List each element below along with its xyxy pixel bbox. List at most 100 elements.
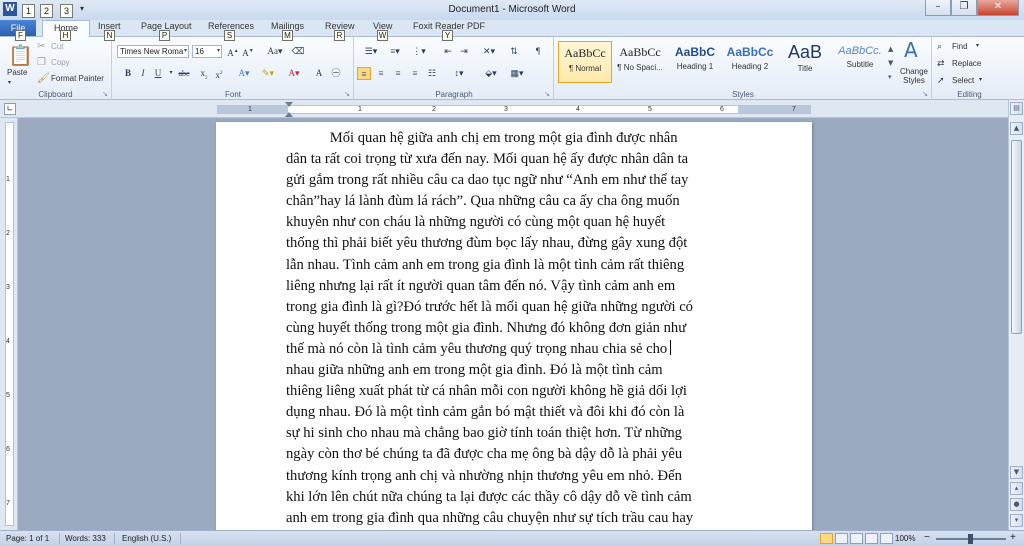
vertical-scrollbar[interactable]: ▤ ▲ ▼ ▴ ● ▾	[1008, 100, 1024, 530]
align-left-icon[interactable]: ≡	[357, 67, 371, 80]
next-page-icon[interactable]: ▾	[1010, 514, 1023, 527]
borders-icon[interactable]: ▦▾	[507, 67, 527, 80]
document-line[interactable]: lẫn nhau. Tình cảm anh em trong gia đình…	[286, 255, 738, 276]
change-case-icon[interactable]: Aa▾	[265, 45, 285, 58]
full-screen-reading-icon[interactable]	[835, 533, 848, 544]
document-line[interactable]: sự hi sinh cho nhau mà chẳng bao giờ tín…	[286, 423, 738, 444]
document-line[interactable]: khuyên như con cháu là những người có cù…	[286, 212, 738, 233]
strikethrough-icon[interactable]: abc	[177, 67, 191, 80]
styles-scroll-up-icon[interactable]: ▲	[888, 43, 893, 55]
cut-button[interactable]: Cut	[51, 42, 63, 51]
document-page[interactable]: Mối quan hệ giữa anh chị em trong một gi…	[216, 122, 812, 530]
font-name-dropdown-icon[interactable]: ▾	[184, 46, 187, 57]
close-button[interactable]: ✕	[977, 0, 1019, 16]
copy-icon[interactable]: ❐	[37, 57, 46, 69]
zoom-slider-thumb[interactable]	[968, 534, 973, 544]
text-effects-icon[interactable]: A▾	[237, 67, 251, 80]
clear-formatting-icon[interactable]: ⌫	[291, 45, 305, 58]
document-line[interactable]: thiêng liêng xuất phát từ cá nhân mỗi co…	[286, 381, 738, 402]
decrease-indent-icon[interactable]: ⇤	[441, 45, 455, 58]
style-heading-1[interactable]: AaBbC Heading 1	[668, 41, 722, 83]
underline-dropdown-icon[interactable]: ▾	[164, 67, 178, 80]
scroll-thumb[interactable]	[1011, 140, 1022, 334]
ruler-toggle-icon[interactable]: ▤	[1010, 102, 1023, 115]
document-line[interactable]: thống thì phải biết yêu thương đùm bọc l…	[286, 233, 738, 254]
style-heading-2[interactable]: AaBbCc Heading 2	[723, 41, 777, 83]
paste-dropdown-icon[interactable]: ▾	[8, 79, 11, 86]
character-shading-icon[interactable]: A	[312, 67, 326, 80]
font-color-icon[interactable]: A▾	[287, 67, 301, 80]
select-button[interactable]: Select	[952, 76, 974, 85]
multilevel-list-icon[interactable]: ⋮▾	[409, 45, 429, 58]
copy-button[interactable]: Copy	[51, 58, 70, 67]
replace-button[interactable]: Replace	[952, 59, 981, 68]
hanging-indent-marker[interactable]	[285, 112, 293, 117]
zoom-in-button[interactable]: +	[1010, 532, 1016, 543]
font-launcher-icon[interactable]: ↘	[344, 90, 350, 98]
shading-icon[interactable]: ⬙▾	[481, 67, 501, 80]
document-line[interactable]: gửi gắm trong rất nhiều câu ca dao tục n…	[286, 170, 738, 191]
document-line[interactable]: dân ta rất coi trọng từ xưa đến nay. Mối…	[286, 149, 738, 170]
font-name-combo[interactable]: Times New Roma ▾	[117, 45, 189, 58]
font-size-dropdown-icon[interactable]: ▾	[217, 46, 220, 57]
grow-font-icon[interactable]: A▲	[226, 45, 240, 58]
replace-icon[interactable]: ⇄	[937, 58, 945, 70]
document-line[interactable]: thế mà nó còn là tình cảm yêu thương quý…	[286, 339, 738, 360]
document-line[interactable]: khi lớn lên chút nữa chúng ta lại được c…	[286, 487, 738, 508]
previous-page-icon[interactable]: ▴	[1010, 482, 1023, 495]
document-line[interactable]: cùng huyết thống trong một gia đình. Như…	[286, 318, 738, 339]
first-line-indent-marker[interactable]	[285, 102, 293, 107]
numbering-icon[interactable]: ≡▾	[385, 45, 405, 58]
align-right-icon[interactable]: ≡	[391, 67, 405, 80]
document-line[interactable]: liêng nhưng lại rất ít người quan tâm đế…	[286, 276, 738, 297]
print-layout-view-icon[interactable]	[820, 533, 833, 544]
restore-button[interactable]: ❐	[951, 0, 977, 16]
styles-scroll-down-icon[interactable]: ▼	[888, 57, 893, 69]
shrink-font-icon[interactable]: A▼	[241, 45, 255, 58]
superscript-icon[interactable]: x2	[212, 67, 226, 80]
distributed-icon[interactable]: ☷	[425, 67, 439, 80]
subscript-icon[interactable]: x2	[197, 67, 211, 81]
binoculars-icon[interactable]: ⌕	[937, 41, 942, 53]
change-styles-button[interactable]: Change Styles	[897, 67, 931, 85]
paragraph-launcher-icon[interactable]: ↘	[544, 90, 550, 98]
select-icon[interactable]: ➚	[937, 75, 945, 87]
style-normal[interactable]: AaBbCc ¶ Normal	[558, 41, 612, 83]
zoom-level[interactable]: 100%	[895, 534, 915, 543]
paste-button[interactable]: Paste	[7, 68, 27, 77]
format-painter-button[interactable]: Format Painter	[51, 74, 104, 83]
document-line[interactable]: dụng nhau. Đó là một tình cảm gắn bó mật…	[286, 402, 738, 423]
cut-icon[interactable]: ✂	[37, 41, 45, 53]
show-hide-marks-icon[interactable]: ¶	[531, 45, 545, 58]
styles-launcher-icon[interactable]: ↘	[922, 90, 928, 98]
horizontal-ruler[interactable]: ∟ 1 1 2 3 4 5 6 7	[0, 100, 1024, 118]
italic-icon[interactable]: I	[136, 67, 150, 80]
align-center-icon[interactable]: ≡	[374, 67, 388, 80]
bold-icon[interactable]: B	[121, 67, 135, 80]
style-no-spacing[interactable]: AaBbCc ¶ No Spaci...	[613, 41, 667, 83]
document-line[interactable]: ngày còn thơ bé chúng ta đã được cha mẹ …	[286, 444, 738, 465]
word-count[interactable]: Words: 333	[65, 534, 106, 543]
page-count[interactable]: Page: 1 of 1	[6, 534, 49, 543]
language-indicator[interactable]: English (U.S.)	[122, 534, 171, 543]
style-subtitle[interactable]: AaBbCc. Subtitle	[833, 41, 887, 83]
underline-icon[interactable]: U	[151, 67, 165, 80]
find-button[interactable]: Find	[952, 42, 968, 51]
document-line[interactable]: thương kính trọng anh chị và nhường nhịn…	[286, 466, 738, 487]
minimize-button[interactable]: –	[925, 0, 951, 16]
enclose-characters-icon[interactable]: ㊀	[329, 67, 343, 80]
bullets-icon[interactable]: ☰▾	[361, 45, 381, 58]
document-line[interactable]: nhau giữa những anh em trong một gia đìn…	[286, 360, 738, 381]
select-browse-object-icon[interactable]: ●	[1010, 498, 1023, 511]
document-line[interactable]: chân”hay lá lành đùm lá rách”. Qua những…	[286, 191, 738, 212]
scroll-down-icon[interactable]: ▼	[1010, 466, 1023, 479]
document-line[interactable]: anh em trong gia đình qua những câu chuy…	[286, 508, 738, 529]
increase-indent-icon[interactable]: ⇥	[457, 45, 471, 58]
tab-selector-icon[interactable]: ∟	[4, 103, 16, 115]
styles-more-icon[interactable]: ▾	[888, 71, 892, 83]
font-size-combo[interactable]: 16 ▾	[192, 45, 222, 58]
select-dropdown-icon[interactable]: ▾	[979, 76, 982, 83]
asian-layout-icon[interactable]: ✕▾	[479, 45, 499, 58]
change-styles-icon[interactable]: A	[904, 40, 918, 60]
format-painter-icon[interactable]: 🖌	[37, 73, 50, 85]
